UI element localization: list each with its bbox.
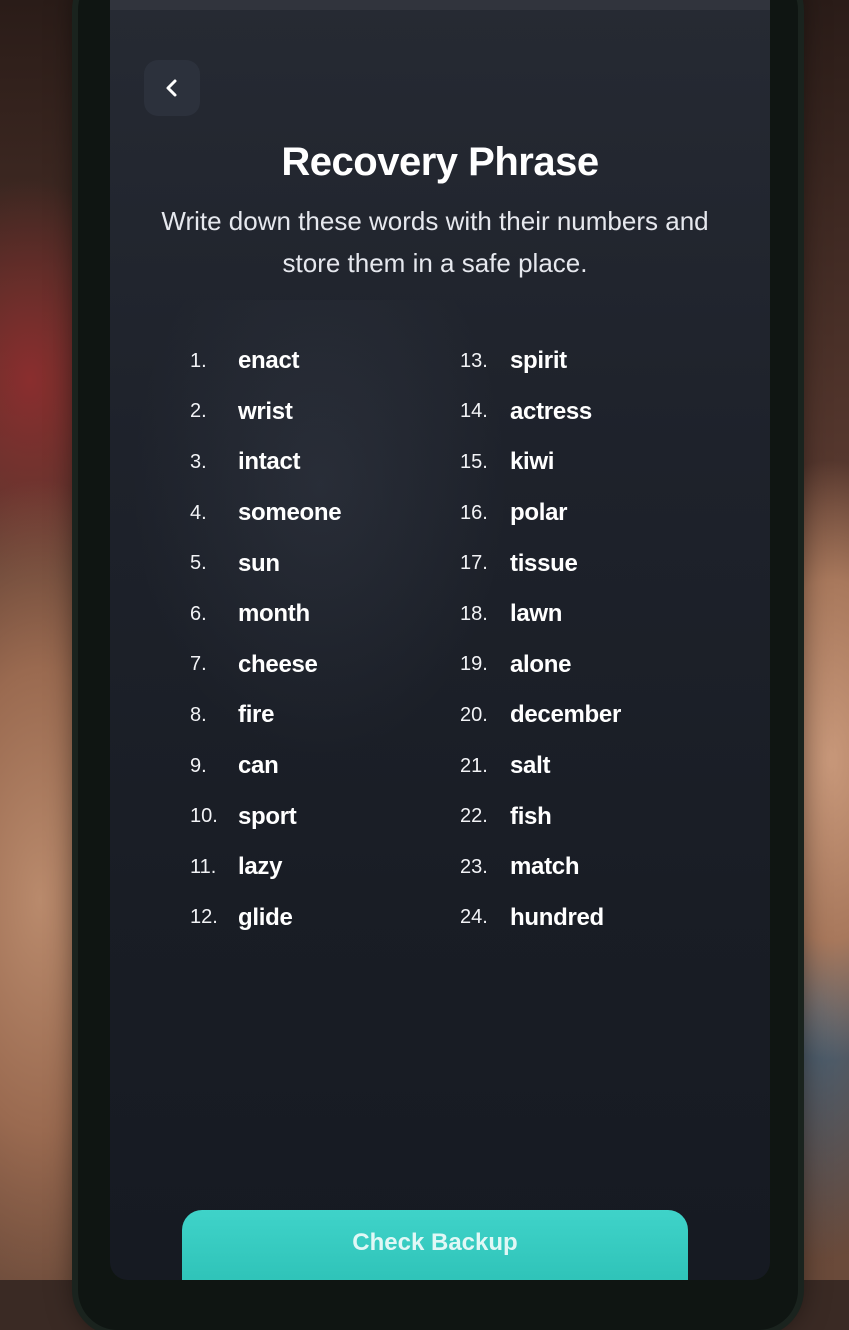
word-item: 16. polar — [460, 488, 720, 539]
word-number: 5. — [190, 552, 207, 575]
word-text: wrist — [238, 397, 293, 425]
word-number: 12. — [190, 906, 218, 929]
word-item: 4. someone — [190, 488, 450, 539]
word-text: lazy — [238, 853, 283, 881]
word-item: 9. can — [190, 741, 450, 792]
page-subtitle: Write down these words with their number… — [161, 206, 709, 278]
word-item: 3. intact — [190, 437, 450, 488]
word-item: 19. alone — [460, 640, 720, 691]
word-item: 8. fire — [190, 690, 450, 741]
word-number: 2. — [190, 400, 207, 423]
word-number: 13. — [460, 349, 488, 372]
word-column-right: 13. spirit 14. actress 15. kiwi 16. polar 17. tis… — [460, 336, 720, 943]
word-text: intact — [238, 448, 301, 476]
word-text: hundred — [510, 903, 604, 931]
word-number: 19. — [460, 653, 488, 676]
word-text: actress — [510, 397, 592, 425]
word-item: 6. month — [190, 589, 450, 640]
word-column-left: 1. enact 2. wrist 3. intact 4. someone 5. sun 6. mo… — [190, 336, 450, 943]
word-item: 13. spirit — [460, 336, 720, 387]
word-text: month — [238, 600, 310, 628]
word-item: 20. december — [460, 690, 720, 741]
word-text: glide — [238, 903, 293, 931]
word-number: 21. — [460, 754, 488, 777]
word-text: fire — [238, 701, 275, 729]
word-number: 10. — [190, 805, 218, 828]
word-number: 11. — [190, 855, 217, 878]
word-text: someone — [238, 499, 342, 527]
status-bar — [110, 0, 770, 10]
word-item: 2. wrist — [190, 387, 450, 438]
word-item: 17. tissue — [460, 538, 720, 589]
chevron-left-icon — [161, 77, 183, 99]
word-text: tissue — [510, 549, 578, 577]
word-text: enact — [238, 347, 300, 375]
word-number: 16. — [460, 501, 488, 524]
word-item: 15. kiwi — [460, 437, 720, 488]
word-text: december — [510, 701, 621, 729]
word-text: can — [238, 752, 279, 780]
word-item: 1. enact — [190, 336, 450, 387]
back-button[interactable] — [144, 60, 200, 116]
word-number: 9. — [190, 754, 207, 777]
word-item: 22. fish — [460, 791, 720, 842]
word-number: 18. — [460, 602, 488, 625]
word-item: 24. hundred — [460, 893, 720, 944]
word-number: 15. — [460, 450, 488, 473]
word-number: 23. — [460, 855, 488, 878]
word-item: 21. salt — [460, 741, 720, 792]
word-number: 24. — [460, 906, 488, 929]
word-text: match — [510, 853, 580, 881]
word-number: 17. — [460, 552, 488, 575]
word-number: 1. — [190, 349, 207, 372]
word-item: 7. cheese — [190, 640, 450, 691]
word-text: fish — [510, 802, 552, 830]
check-backup-button[interactable]: Check Backup — [182, 1210, 688, 1280]
word-item: 14. actress — [460, 387, 720, 438]
word-item: 18. lawn — [460, 589, 720, 640]
word-item: 10. sport — [190, 791, 450, 842]
word-number: 3. — [190, 450, 207, 473]
word-item: 12. glide — [190, 893, 450, 944]
word-text: kiwi — [510, 448, 555, 476]
word-number: 20. — [460, 703, 488, 726]
word-number: 8. — [190, 703, 207, 726]
word-number: 6. — [190, 602, 207, 625]
word-text: spirit — [510, 347, 567, 375]
word-text: polar — [510, 499, 568, 527]
word-number: 14. — [460, 400, 488, 423]
word-text: lawn — [510, 600, 563, 628]
page-title: Recovery Phrase — [281, 140, 599, 184]
word-number: 4. — [190, 501, 207, 524]
app-screen: Recovery Phrase Write down these words w… — [110, 0, 770, 1280]
word-text: sport — [238, 802, 297, 830]
word-number: 7. — [190, 653, 207, 676]
word-item: 5. sun — [190, 538, 450, 589]
word-text: sun — [238, 549, 280, 577]
word-text: cheese — [238, 650, 318, 678]
word-item: 23. match — [460, 842, 720, 893]
word-number: 22. — [460, 805, 488, 828]
word-text: alone — [510, 650, 572, 678]
word-text: salt — [510, 752, 551, 780]
word-item: 11. lazy — [190, 842, 450, 893]
